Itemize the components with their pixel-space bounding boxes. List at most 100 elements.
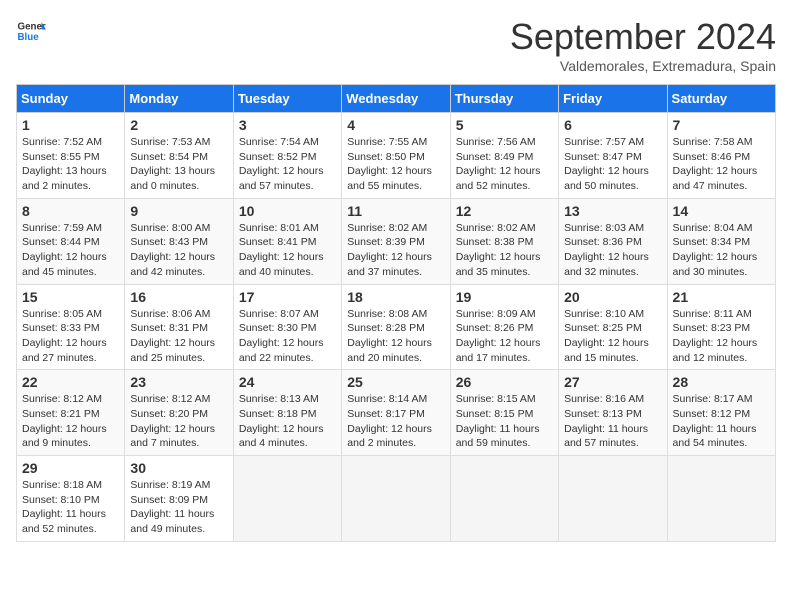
day-number: 8 [22,203,119,219]
calendar-cell [667,456,775,542]
day-info: Sunrise: 8:11 AM Sunset: 8:23 PM Dayligh… [673,307,770,366]
day-info: Sunrise: 8:06 AM Sunset: 8:31 PM Dayligh… [130,307,227,366]
day-number: 22 [22,374,119,390]
day-info: Sunrise: 7:56 AM Sunset: 8:49 PM Dayligh… [456,135,553,194]
calendar-week-row: 22 Sunrise: 8:12 AM Sunset: 8:21 PM Dayli… [17,370,776,456]
day-info: Sunrise: 8:05 AM Sunset: 8:33 PM Dayligh… [22,307,119,366]
calendar-cell: 26 Sunrise: 8:15 AM Sunset: 8:15 PM Dayli… [450,370,558,456]
calendar-cell: 5 Sunrise: 7:56 AM Sunset: 8:49 PM Daylig… [450,113,558,199]
calendar-cell: 6Sunrise: 7:57 AM Sunset: 8:47 PM Daylig… [559,113,667,199]
day-number: 5 [456,117,553,133]
calendar-cell: 3Sunrise: 7:54 AM Sunset: 8:52 PM Daylig… [233,113,341,199]
header: General Blue September 2024 Valdemorales… [16,16,776,74]
calendar-cell: 30 Sunrise: 8:19 AM Sunset: 8:09 PM Dayli… [125,456,233,542]
day-info: Sunrise: 8:09 AM Sunset: 8:26 PM Dayligh… [456,307,553,366]
calendar-cell [559,456,667,542]
calendar-table: SundayMondayTuesdayWednesdayThursdayFrid… [16,84,776,542]
day-number: 30 [130,460,227,476]
day-info: Sunrise: 8:12 AM Sunset: 8:21 PM Dayligh… [22,392,119,451]
calendar-cell: 15 Sunrise: 8:05 AM Sunset: 8:33 PM Dayli… [17,284,125,370]
day-number: 18 [347,289,444,305]
location-subtitle: Valdemorales, Extremadura, Spain [510,58,776,74]
day-number: 10 [239,203,336,219]
calendar-cell: 22 Sunrise: 8:12 AM Sunset: 8:21 PM Dayli… [17,370,125,456]
calendar-week-row: 15 Sunrise: 8:05 AM Sunset: 8:33 PM Dayli… [17,284,776,370]
day-number: 24 [239,374,336,390]
col-header-sunday: Sunday [17,85,125,113]
calendar-week-row: 29 Sunrise: 8:18 AM Sunset: 8:10 PM Dayli… [17,456,776,542]
calendar-cell: 1 Sunrise: 7:52 AM Sunset: 8:55 PM Daylig… [17,113,125,199]
col-header-tuesday: Tuesday [233,85,341,113]
day-info: Sunrise: 8:15 AM Sunset: 8:15 PM Dayligh… [456,392,553,451]
day-number: 26 [456,374,553,390]
day-info: Sunrise: 8:00 AM Sunset: 8:43 PM Dayligh… [130,221,227,280]
col-header-wednesday: Wednesday [342,85,450,113]
day-info: Sunrise: 8:12 AM Sunset: 8:20 PM Dayligh… [130,392,227,451]
col-header-monday: Monday [125,85,233,113]
day-number: 12 [456,203,553,219]
day-info: Sunrise: 7:55 AM Sunset: 8:50 PM Dayligh… [347,135,444,194]
calendar-cell [233,456,341,542]
calendar-cell: 20 Sunrise: 8:10 AM Sunset: 8:25 PM Dayli… [559,284,667,370]
calendar-cell: 18 Sunrise: 8:08 AM Sunset: 8:28 PM Dayli… [342,284,450,370]
svg-text:Blue: Blue [18,32,40,43]
calendar-week-row: 8Sunrise: 7:59 AM Sunset: 8:44 PM Daylig… [17,198,776,284]
month-title: September 2024 [510,16,776,58]
calendar-cell: 21 Sunrise: 8:11 AM Sunset: 8:23 PM Dayli… [667,284,775,370]
day-number: 2 [130,117,227,133]
day-info: Sunrise: 8:01 AM Sunset: 8:41 PM Dayligh… [239,221,336,280]
col-header-friday: Friday [559,85,667,113]
day-number: 7 [673,117,770,133]
calendar-header-row: SundayMondayTuesdayWednesdayThursdayFrid… [17,85,776,113]
day-number: 25 [347,374,444,390]
day-info: Sunrise: 8:17 AM Sunset: 8:12 PM Dayligh… [673,392,770,451]
calendar-cell [450,456,558,542]
day-info: Sunrise: 8:04 AM Sunset: 8:34 PM Dayligh… [673,221,770,280]
calendar-cell: 19 Sunrise: 8:09 AM Sunset: 8:26 PM Dayli… [450,284,558,370]
day-number: 23 [130,374,227,390]
day-info: Sunrise: 8:02 AM Sunset: 8:39 PM Dayligh… [347,221,444,280]
day-info: Sunrise: 7:52 AM Sunset: 8:55 PM Dayligh… [22,135,119,194]
calendar-cell: 16 Sunrise: 8:06 AM Sunset: 8:31 PM Dayli… [125,284,233,370]
calendar-cell: 11 Sunrise: 8:02 AM Sunset: 8:39 PM Dayli… [342,198,450,284]
day-info: Sunrise: 8:07 AM Sunset: 8:30 PM Dayligh… [239,307,336,366]
col-header-saturday: Saturday [667,85,775,113]
calendar-cell: 28Sunrise: 8:17 AM Sunset: 8:12 PM Dayli… [667,370,775,456]
day-number: 1 [22,117,119,133]
day-info: Sunrise: 7:53 AM Sunset: 8:54 PM Dayligh… [130,135,227,194]
calendar-cell: 2 Sunrise: 7:53 AM Sunset: 8:54 PM Daylig… [125,113,233,199]
day-number: 14 [673,203,770,219]
day-info: Sunrise: 8:08 AM Sunset: 8:28 PM Dayligh… [347,307,444,366]
calendar-cell: 12Sunrise: 8:02 AM Sunset: 8:38 PM Dayli… [450,198,558,284]
title-area: September 2024 Valdemorales, Extremadura… [510,16,776,74]
day-number: 21 [673,289,770,305]
day-info: Sunrise: 8:16 AM Sunset: 8:13 PM Dayligh… [564,392,661,451]
day-number: 20 [564,289,661,305]
calendar-week-row: 1 Sunrise: 7:52 AM Sunset: 8:55 PM Daylig… [17,113,776,199]
calendar-cell: 17 Sunrise: 8:07 AM Sunset: 8:30 PM Dayli… [233,284,341,370]
day-number: 19 [456,289,553,305]
calendar-cell: 29 Sunrise: 8:18 AM Sunset: 8:10 PM Dayli… [17,456,125,542]
calendar-cell: 25 Sunrise: 8:14 AM Sunset: 8:17 PM Dayli… [342,370,450,456]
day-number: 17 [239,289,336,305]
day-number: 11 [347,203,444,219]
day-info: Sunrise: 7:57 AM Sunset: 8:47 PM Dayligh… [564,135,661,194]
day-info: Sunrise: 8:13 AM Sunset: 8:18 PM Dayligh… [239,392,336,451]
day-info: Sunrise: 8:19 AM Sunset: 8:09 PM Dayligh… [130,478,227,537]
day-info: Sunrise: 7:58 AM Sunset: 8:46 PM Dayligh… [673,135,770,194]
calendar-cell: 14 Sunrise: 8:04 AM Sunset: 8:34 PM Dayli… [667,198,775,284]
calendar-cell: 7 Sunrise: 7:58 AM Sunset: 8:46 PM Daylig… [667,113,775,199]
col-header-thursday: Thursday [450,85,558,113]
calendar-cell: 23 Sunrise: 8:12 AM Sunset: 8:20 PM Dayli… [125,370,233,456]
calendar-cell: 8Sunrise: 7:59 AM Sunset: 8:44 PM Daylig… [17,198,125,284]
day-info: Sunrise: 8:14 AM Sunset: 8:17 PM Dayligh… [347,392,444,451]
calendar-cell: 24 Sunrise: 8:13 AM Sunset: 8:18 PM Dayli… [233,370,341,456]
day-number: 15 [22,289,119,305]
day-number: 29 [22,460,119,476]
day-info: Sunrise: 8:10 AM Sunset: 8:25 PM Dayligh… [564,307,661,366]
day-number: 16 [130,289,227,305]
calendar-cell: 10 Sunrise: 8:01 AM Sunset: 8:41 PM Dayli… [233,198,341,284]
day-info: Sunrise: 7:54 AM Sunset: 8:52 PM Dayligh… [239,135,336,194]
day-info: Sunrise: 8:18 AM Sunset: 8:10 PM Dayligh… [22,478,119,537]
calendar-cell: 9Sunrise: 8:00 AM Sunset: 8:43 PM Daylig… [125,198,233,284]
